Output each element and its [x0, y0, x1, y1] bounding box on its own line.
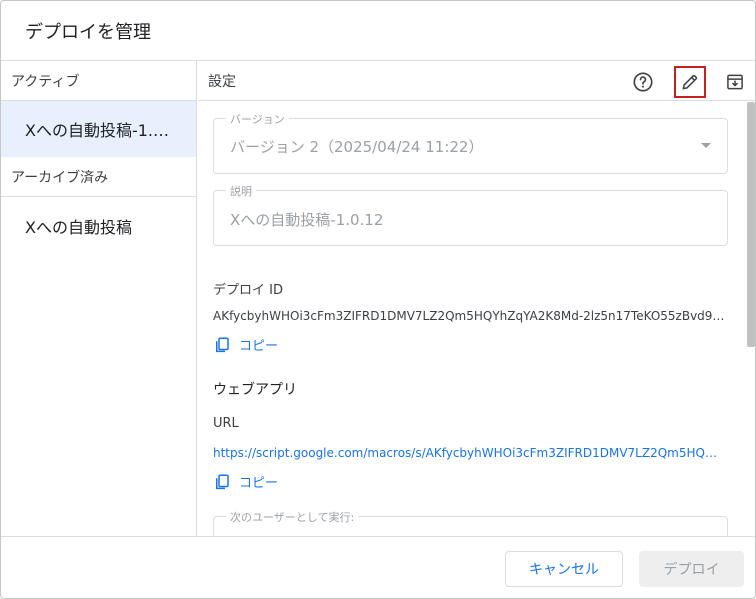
- archive-button[interactable]: [720, 67, 750, 97]
- help-circle-icon: [633, 72, 653, 92]
- web-app-url-link[interactable]: https://script.google.com/macros/s/AKfyc…: [213, 446, 729, 460]
- active-section-header: アクティブ: [1, 61, 196, 101]
- execute-as-label: 次のユーザーとして実行:: [226, 509, 359, 525]
- copy-icon: [216, 337, 229, 352]
- sidebar-item-active-deployment[interactable]: Xへの自動投稿-1.0.12: [1, 101, 196, 157]
- archived-section-header: アーカイブ済み: [1, 157, 196, 197]
- version-select[interactable]: バージョン バージョン 2（2025/04/24 11:22）: [213, 111, 728, 174]
- version-label: バージョン: [226, 111, 289, 127]
- settings-title: 設定: [208, 73, 236, 90]
- copy-url-button[interactable]: コピー: [213, 472, 278, 491]
- deploy-id-value: AKfycbyhWHOi3cFm3ZIFRD1DMV7LZ2Qm5HQYhZqY…: [213, 309, 725, 323]
- description-label: 説明: [226, 183, 256, 199]
- sidebar-item-label: Xへの自動投稿-1.0.12: [25, 121, 189, 140]
- manage-deployments-dialog: デプロイを管理 アクティブ Xへの自動投稿-1.0.12 アーカイブ済み Xへの…: [0, 0, 756, 599]
- copy-label: コピー: [239, 476, 279, 491]
- dropdown-arrow-icon: [701, 143, 711, 148]
- help-button[interactable]: [628, 67, 658, 97]
- scrollbar-thumb[interactable]: [747, 102, 755, 347]
- copy-deploy-id-button[interactable]: コピー: [213, 335, 278, 354]
- footer-divider: [1, 536, 755, 537]
- cancel-button[interactable]: キャンセル: [505, 551, 623, 587]
- sidebar-item-label: Xへの自動投稿: [25, 218, 132, 237]
- description-field[interactable]: 説明 Xへの自動投稿-1.0.12: [213, 183, 728, 246]
- deployment-sidebar: アクティブ Xへの自動投稿-1.0.12 アーカイブ済み Xへの自動投稿: [1, 61, 197, 536]
- copy-icon: [216, 474, 229, 489]
- url-label: URL: [213, 416, 239, 431]
- version-value: バージョン 2（2025/04/24 11:22）: [230, 138, 484, 156]
- settings-header: 設定: [198, 61, 755, 101]
- settings-content: バージョン バージョン 2（2025/04/24 11:22） 説明 Xへの自動…: [198, 102, 755, 536]
- deploy-id-label: デプロイ ID: [213, 283, 283, 298]
- pencil-icon: [682, 75, 697, 90]
- web-app-heading: ウェブアプリ: [213, 382, 297, 398]
- description-value: Xへの自動投稿-1.0.12: [230, 211, 384, 229]
- dialog-title: デプロイを管理: [25, 22, 151, 43]
- edit-button[interactable]: [674, 66, 706, 98]
- deploy-button[interactable]: デプロイ: [639, 551, 744, 587]
- execute-as-select[interactable]: 次のユーザーとして実行:: [213, 509, 728, 536]
- archive-icon: [727, 74, 743, 90]
- copy-label: コピー: [239, 339, 279, 354]
- sidebar-item-archived-deployment[interactable]: Xへの自動投稿: [1, 197, 196, 255]
